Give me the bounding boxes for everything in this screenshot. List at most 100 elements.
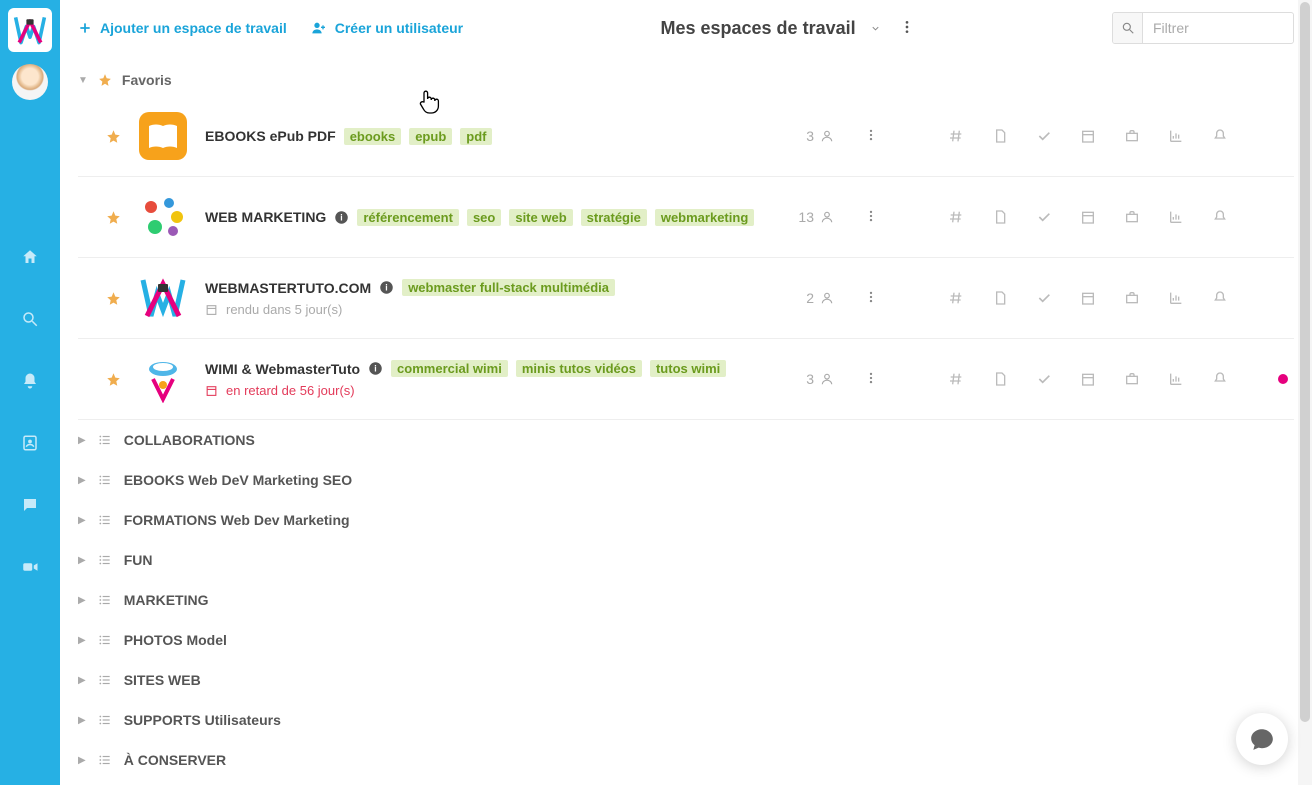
favorite-star-icon[interactable] xyxy=(106,210,121,225)
topbar: Ajouter un espace de travail Créer un ut… xyxy=(60,0,1312,56)
workspace-menu-button[interactable] xyxy=(852,209,890,226)
search-button[interactable] xyxy=(1113,13,1143,43)
bell-icon[interactable] xyxy=(1212,128,1228,144)
stats-icon[interactable] xyxy=(1168,290,1184,306)
bell-icon[interactable] xyxy=(1212,371,1228,387)
workspace-selector[interactable]: Mes espaces de travail xyxy=(660,18,880,39)
stats-icon[interactable] xyxy=(1168,371,1184,387)
document-icon[interactable] xyxy=(992,209,1008,225)
scrollbar-track[interactable] xyxy=(1298,0,1312,785)
topbar-menu-button[interactable] xyxy=(899,19,915,38)
category-row[interactable]: ▶SITES WEB xyxy=(78,660,1294,700)
workspace-row[interactable]: WIMI & WebmasterTuto i commercial wimi m… xyxy=(78,339,1294,420)
briefcase-icon[interactable] xyxy=(1124,290,1140,306)
filter-input[interactable] xyxy=(1143,14,1293,42)
app-logo[interactable] xyxy=(8,8,52,52)
calendar-icon[interactable] xyxy=(1080,290,1096,306)
caret-right-icon: ▶ xyxy=(78,475,86,486)
logo-icon xyxy=(12,12,48,48)
star-icon xyxy=(98,73,112,87)
category-row[interactable]: ▶SUPPORTS Utilisateurs xyxy=(78,700,1294,740)
favorite-star-icon[interactable] xyxy=(106,372,121,387)
favorite-star-icon[interactable] xyxy=(106,291,121,306)
document-icon[interactable] xyxy=(992,128,1008,144)
calendar-icon[interactable] xyxy=(1080,371,1096,387)
workspace-row[interactable]: WEB MARKETING i référencement seo site w… xyxy=(78,177,1294,258)
scrollbar-thumb[interactable] xyxy=(1300,2,1310,722)
search-icon[interactable] xyxy=(21,310,39,328)
notification-dot xyxy=(1278,374,1288,384)
video-icon[interactable] xyxy=(21,558,39,576)
person-icon xyxy=(820,129,834,143)
workspace-due: en retard de 56 jour(s) xyxy=(205,383,766,398)
workspace-body: WIMI & WebmasterTuto i commercial wimi m… xyxy=(205,360,766,398)
sidebar-nav xyxy=(21,248,39,576)
workspace-tag: minis tutos vidéos xyxy=(516,360,642,377)
workspace-tag: pdf xyxy=(460,128,492,145)
category-row[interactable]: ▶FUN xyxy=(78,540,1294,580)
hash-icon[interactable] xyxy=(948,209,964,225)
workspace-selector-label: Mes espaces de travail xyxy=(660,18,855,39)
sidebar xyxy=(0,0,60,785)
chat-icon[interactable] xyxy=(21,496,39,514)
magnifier-icon xyxy=(1121,21,1135,35)
workspace-tools xyxy=(948,209,1228,225)
favorite-star-icon[interactable] xyxy=(106,129,121,144)
category-row[interactable]: ▶COLLABORATIONS xyxy=(78,420,1294,460)
calendar-icon[interactable] xyxy=(1080,209,1096,225)
check-icon[interactable] xyxy=(1036,128,1052,144)
svg-text:i: i xyxy=(385,283,387,293)
category-row[interactable]: ▶FORMATIONS Web Dev Marketing xyxy=(78,500,1294,540)
caret-right-icon: ▶ xyxy=(78,595,86,606)
user-avatar[interactable] xyxy=(12,64,48,100)
check-icon[interactable] xyxy=(1036,371,1052,387)
workspace-icon xyxy=(139,193,187,241)
workspace-row[interactable]: EBOOKS ePub PDF ebooks epub pdf3 xyxy=(78,96,1294,177)
bell-icon[interactable] xyxy=(21,372,39,390)
svg-text:i: i xyxy=(374,364,376,374)
workspace-menu-button[interactable] xyxy=(852,371,890,388)
workspace-icon xyxy=(139,274,187,322)
document-icon[interactable] xyxy=(992,371,1008,387)
hash-icon[interactable] xyxy=(948,290,964,306)
calendar-icon[interactable] xyxy=(1080,128,1096,144)
main-area: Ajouter un espace de travail Créer un ut… xyxy=(60,0,1312,785)
workspace-menu-button[interactable] xyxy=(852,128,890,145)
add-workspace-button[interactable]: Ajouter un espace de travail xyxy=(78,20,287,36)
briefcase-icon[interactable] xyxy=(1124,128,1140,144)
home-icon[interactable] xyxy=(21,248,39,266)
category-name: SITES WEB xyxy=(124,672,201,688)
caret-right-icon: ▶ xyxy=(78,515,86,526)
category-name: MARKETING xyxy=(124,592,209,608)
hash-icon[interactable] xyxy=(948,128,964,144)
briefcase-icon[interactable] xyxy=(1124,371,1140,387)
calendar-small-icon xyxy=(205,303,218,316)
hash-icon[interactable] xyxy=(948,371,964,387)
contacts-icon[interactable] xyxy=(21,434,39,452)
workspace-row[interactable]: WEBMASTERTUTO.COM i webmaster full-stack… xyxy=(78,258,1294,339)
check-icon[interactable] xyxy=(1036,209,1052,225)
chat-widget-button[interactable] xyxy=(1236,713,1288,765)
category-row[interactable]: ▶PHOTOS Model xyxy=(78,620,1294,660)
category-row[interactable]: ▶À CONSERVER xyxy=(78,740,1294,780)
workspace-body: WEBMASTERTUTO.COM i webmaster full-stack… xyxy=(205,279,766,317)
favorites-section-header[interactable]: ▼ Favoris xyxy=(78,56,1294,96)
workspace-tag: commercial wimi xyxy=(391,360,508,377)
briefcase-icon[interactable] xyxy=(1124,209,1140,225)
bell-icon[interactable] xyxy=(1212,209,1228,225)
document-icon[interactable] xyxy=(992,290,1008,306)
create-user-button[interactable]: Créer un utilisateur xyxy=(311,20,463,36)
bell-icon[interactable] xyxy=(1212,290,1228,306)
check-icon[interactable] xyxy=(1036,290,1052,306)
category-name: SUPPORTS Utilisateurs xyxy=(124,712,281,728)
stats-icon[interactable] xyxy=(1168,209,1184,225)
user-plus-icon xyxy=(311,20,327,36)
workspace-tools xyxy=(948,371,1228,387)
list-icon xyxy=(98,633,112,647)
workspace-menu-button[interactable] xyxy=(852,290,890,307)
category-row[interactable]: ▶ MARKETING xyxy=(78,580,1294,620)
category-row[interactable]: ▶EBOOKS Web DeV Marketing SEO xyxy=(78,460,1294,500)
add-workspace-label: Ajouter un espace de travail xyxy=(100,20,287,36)
stats-icon[interactable] xyxy=(1168,128,1184,144)
workspace-members: 3 xyxy=(784,371,834,387)
